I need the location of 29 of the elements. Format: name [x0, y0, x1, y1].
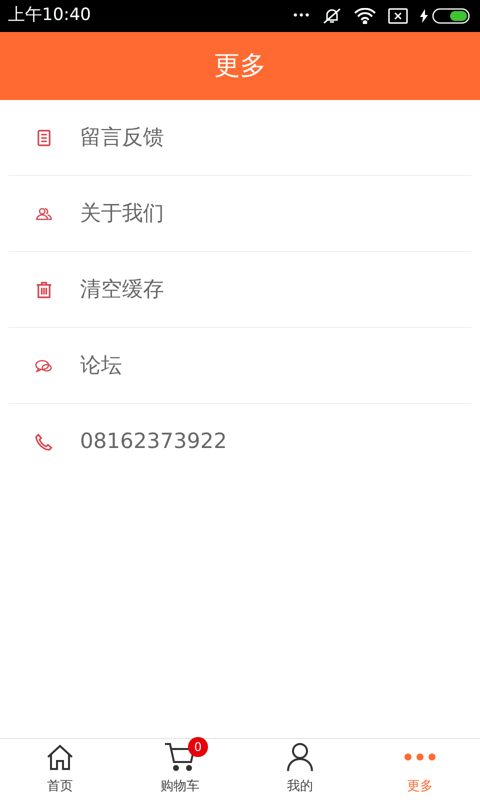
document-icon: [35, 128, 53, 146]
status-dots: •••: [292, 8, 310, 24]
trash-icon: [35, 280, 53, 298]
wifi-icon: [354, 8, 376, 24]
tab-item[interactable]: 首页: [0, 739, 120, 800]
charging-icon: [420, 9, 428, 23]
tab-item[interactable]: 我的: [240, 739, 360, 800]
menu-label: 留言反馈: [80, 124, 164, 151]
more-dots-icon: [403, 752, 437, 762]
muted-bell-icon: [322, 7, 342, 25]
person-icon: [285, 742, 315, 772]
menu-label: 关于我们: [80, 200, 164, 227]
tab-item[interactable]: 0 购物车: [120, 739, 240, 800]
menu-label: 清空缓存: [80, 276, 164, 303]
cart-badge: 0: [188, 736, 208, 756]
cart-icon: [164, 742, 196, 772]
menu-item[interactable]: 留言反馈: [8, 100, 472, 176]
menu-label: 论坛: [80, 352, 122, 379]
menu-item[interactable]: 08162373922: [8, 404, 472, 480]
no-sim-icon: [388, 8, 408, 24]
page-title: 更多: [214, 50, 266, 82]
menu-item[interactable]: 关于我们: [8, 176, 472, 252]
phone-icon: [35, 433, 53, 451]
status-time: 上午10:40: [8, 4, 91, 28]
menu-label: 08162373922: [80, 428, 227, 456]
home-icon: [45, 742, 75, 770]
battery-icon: [432, 8, 472, 24]
menu-item[interactable]: 论坛: [8, 328, 472, 404]
menu-item[interactable]: 清空缓存: [8, 252, 472, 328]
